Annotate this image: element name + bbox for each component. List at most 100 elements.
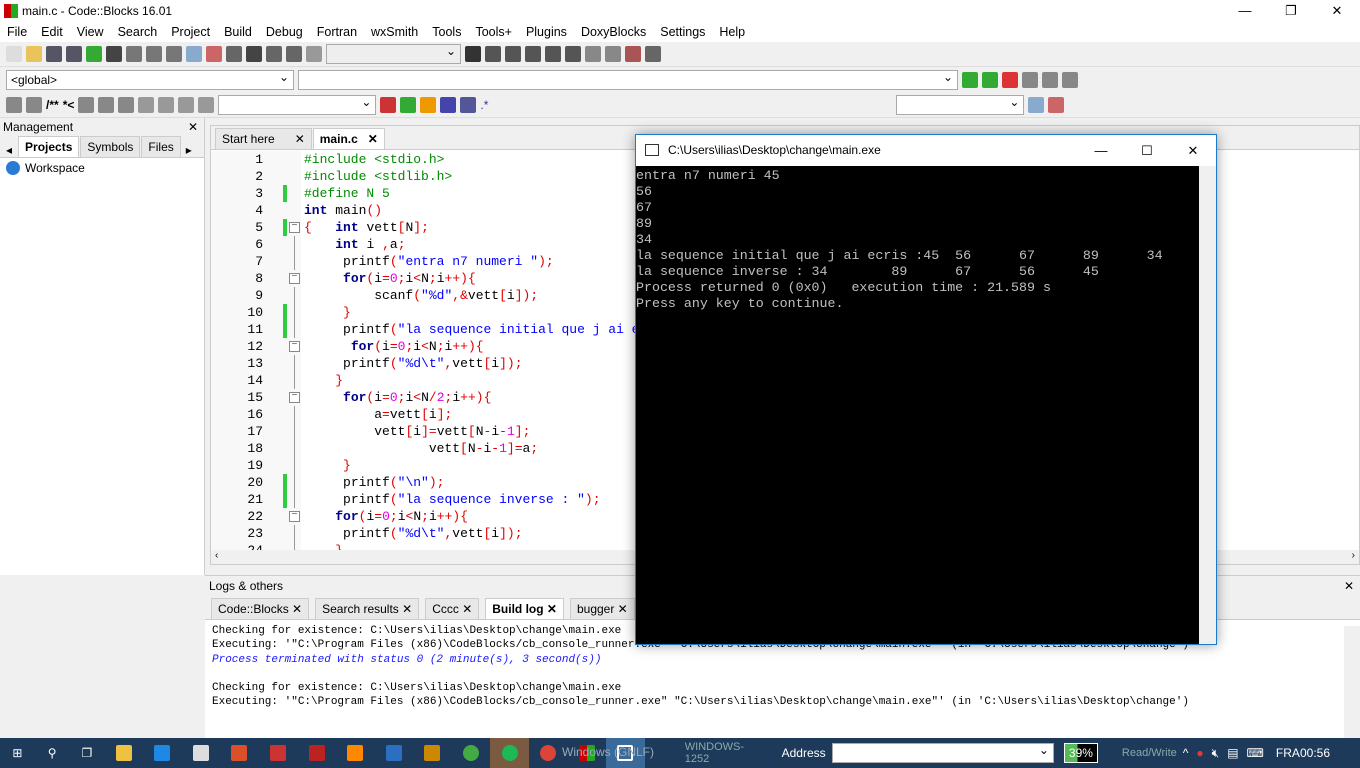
menu-tools[interactable]: Tools+	[468, 25, 518, 39]
close-tab-icon[interactable]: ✕	[614, 602, 628, 616]
menu-search[interactable]: Search	[111, 25, 165, 39]
tab-projects[interactable]: Projects	[18, 136, 80, 157]
build-run-icon[interactable]	[266, 46, 282, 62]
bookmark-icon[interactable]	[1002, 72, 1018, 88]
menu-tools[interactable]: Tools	[425, 25, 468, 39]
tray-chevron-icon[interactable]: ^	[1183, 746, 1189, 760]
tab-symbols[interactable]: Symbols	[80, 136, 141, 157]
log-tab[interactable]: Cccc ✕	[425, 598, 480, 619]
console-minimize-button[interactable]: —	[1078, 135, 1124, 166]
debug-icon[interactable]	[465, 46, 481, 62]
tabs-left-arrow-icon[interactable]: ◂	[0, 143, 18, 157]
menu-fortran[interactable]: Fortran	[310, 25, 364, 39]
incremental-search-input[interactable]	[218, 93, 377, 115]
word-icon[interactable]	[375, 738, 414, 768]
save-icon[interactable]	[46, 46, 62, 62]
undo-icon[interactable]	[86, 46, 102, 62]
tools-icon[interactable]	[1048, 96, 1065, 113]
fold-toggle-icon[interactable]: −	[289, 341, 300, 352]
start-button[interactable]: ⊞	[0, 738, 35, 768]
notification-icon[interactable]: ▤	[1227, 746, 1238, 760]
tabs-right-arrow-icon[interactable]: ▸	[182, 143, 196, 157]
symbol-select[interactable]	[896, 93, 1025, 115]
vlc-icon[interactable]	[336, 738, 375, 768]
record-icon[interactable]	[158, 96, 175, 113]
close-tab-icon[interactable]: ✕	[459, 602, 472, 616]
mail-icon[interactable]	[259, 738, 298, 768]
restore-button[interactable]: ❐	[1268, 0, 1314, 22]
html-icon[interactable]	[78, 96, 95, 113]
run-icon[interactable]	[246, 46, 262, 62]
doc-block-button[interactable]: *<	[63, 98, 75, 112]
console-scrollbar[interactable]	[1199, 166, 1216, 644]
paste-icon[interactable]	[166, 46, 182, 62]
next-line-icon[interactable]	[505, 46, 521, 62]
back-icon[interactable]	[962, 72, 978, 88]
task-view-icon[interactable]: ❐	[70, 738, 105, 768]
log-tab[interactable]: bugger ✕	[569, 598, 635, 619]
new-file-icon[interactable]	[6, 46, 22, 62]
redo-icon[interactable]	[106, 46, 122, 62]
app-red-icon[interactable]	[220, 738, 259, 768]
doxywizard-icon[interactable]	[6, 96, 22, 113]
menu-build[interactable]: Build	[217, 25, 259, 39]
prev-bookmark-icon[interactable]	[1022, 72, 1038, 88]
find-icon[interactable]	[186, 46, 202, 62]
close-management-icon[interactable]: ✕	[188, 118, 198, 136]
spotify-icon[interactable]	[490, 738, 529, 768]
next-bookmark-icon[interactable]	[1042, 72, 1058, 88]
volume-icon[interactable]: 🔇︎	[1212, 746, 1220, 761]
menu-settings[interactable]: Settings	[653, 25, 712, 39]
rebuild-icon[interactable]	[286, 46, 302, 62]
info-icon[interactable]	[645, 46, 661, 62]
close-button[interactable]: ✕	[1314, 0, 1360, 22]
zoom-icon[interactable]	[1028, 96, 1045, 113]
next-instruction-icon[interactable]	[565, 46, 581, 62]
run-to-cursor-icon[interactable]	[485, 46, 501, 62]
menu-debug[interactable]: Debug	[259, 25, 310, 39]
abort-icon[interactable]	[306, 46, 322, 62]
tab-start-here[interactable]: Start here ✕	[215, 128, 312, 149]
menu-doxyblocks[interactable]: DoxyBlocks	[574, 25, 653, 39]
search-next-icon[interactable]	[400, 96, 417, 113]
fold-toggle-icon[interactable]: −	[289, 392, 300, 403]
selection-only-icon[interactable]	[440, 96, 457, 113]
console-close-button[interactable]: ✕	[1170, 135, 1216, 166]
antivirus-tray-icon[interactable]: ●	[1196, 746, 1203, 760]
minimize-button[interactable]: —	[1222, 0, 1268, 22]
mcafee-icon[interactable]	[297, 738, 336, 768]
close-tab-icon[interactable]: ✕	[399, 602, 412, 616]
extract-icon[interactable]	[26, 96, 42, 113]
clock[interactable]: 00:56	[1300, 746, 1330, 760]
log-tab[interactable]: Search results ✕	[315, 598, 420, 619]
chm-icon[interactable]	[98, 96, 115, 113]
pause-icon[interactable]	[585, 46, 601, 62]
keyboard-icon[interactable]: ⌨	[1247, 746, 1264, 760]
menu-project[interactable]: Project	[164, 25, 217, 39]
regex-button[interactable]: .*	[480, 98, 488, 112]
next-icon[interactable]	[178, 96, 195, 113]
clear-icon[interactable]	[198, 96, 215, 113]
prev-icon[interactable]	[138, 96, 155, 113]
close-logs-icon[interactable]: ✕	[1344, 576, 1354, 596]
utorrent-icon[interactable]	[452, 738, 491, 768]
highlight-icon[interactable]	[420, 96, 437, 113]
clear-bookmarks-icon[interactable]	[1062, 72, 1078, 88]
copy-icon[interactable]	[146, 46, 162, 62]
file-explorer-icon[interactable]	[104, 738, 143, 768]
language-indicator[interactable]: FRA	[1276, 746, 1300, 760]
menu-help[interactable]: Help	[712, 25, 752, 39]
doc-comment-button[interactable]: /**	[46, 98, 59, 112]
step-out-icon[interactable]	[545, 46, 561, 62]
app-icon-2[interactable]	[413, 738, 452, 768]
close-tab-icon[interactable]: ✕	[544, 602, 557, 616]
stop-debug-icon[interactable]	[605, 46, 621, 62]
edge-icon[interactable]	[143, 738, 182, 768]
match-case-icon[interactable]	[460, 96, 477, 113]
fold-toggle-icon[interactable]: −	[289, 273, 300, 284]
debug-windows-icon[interactable]	[625, 46, 641, 62]
build-icon[interactable]	[226, 46, 242, 62]
save-all-icon[interactable]	[66, 46, 82, 62]
store-icon[interactable]	[181, 738, 220, 768]
open-icon[interactable]	[26, 46, 42, 62]
